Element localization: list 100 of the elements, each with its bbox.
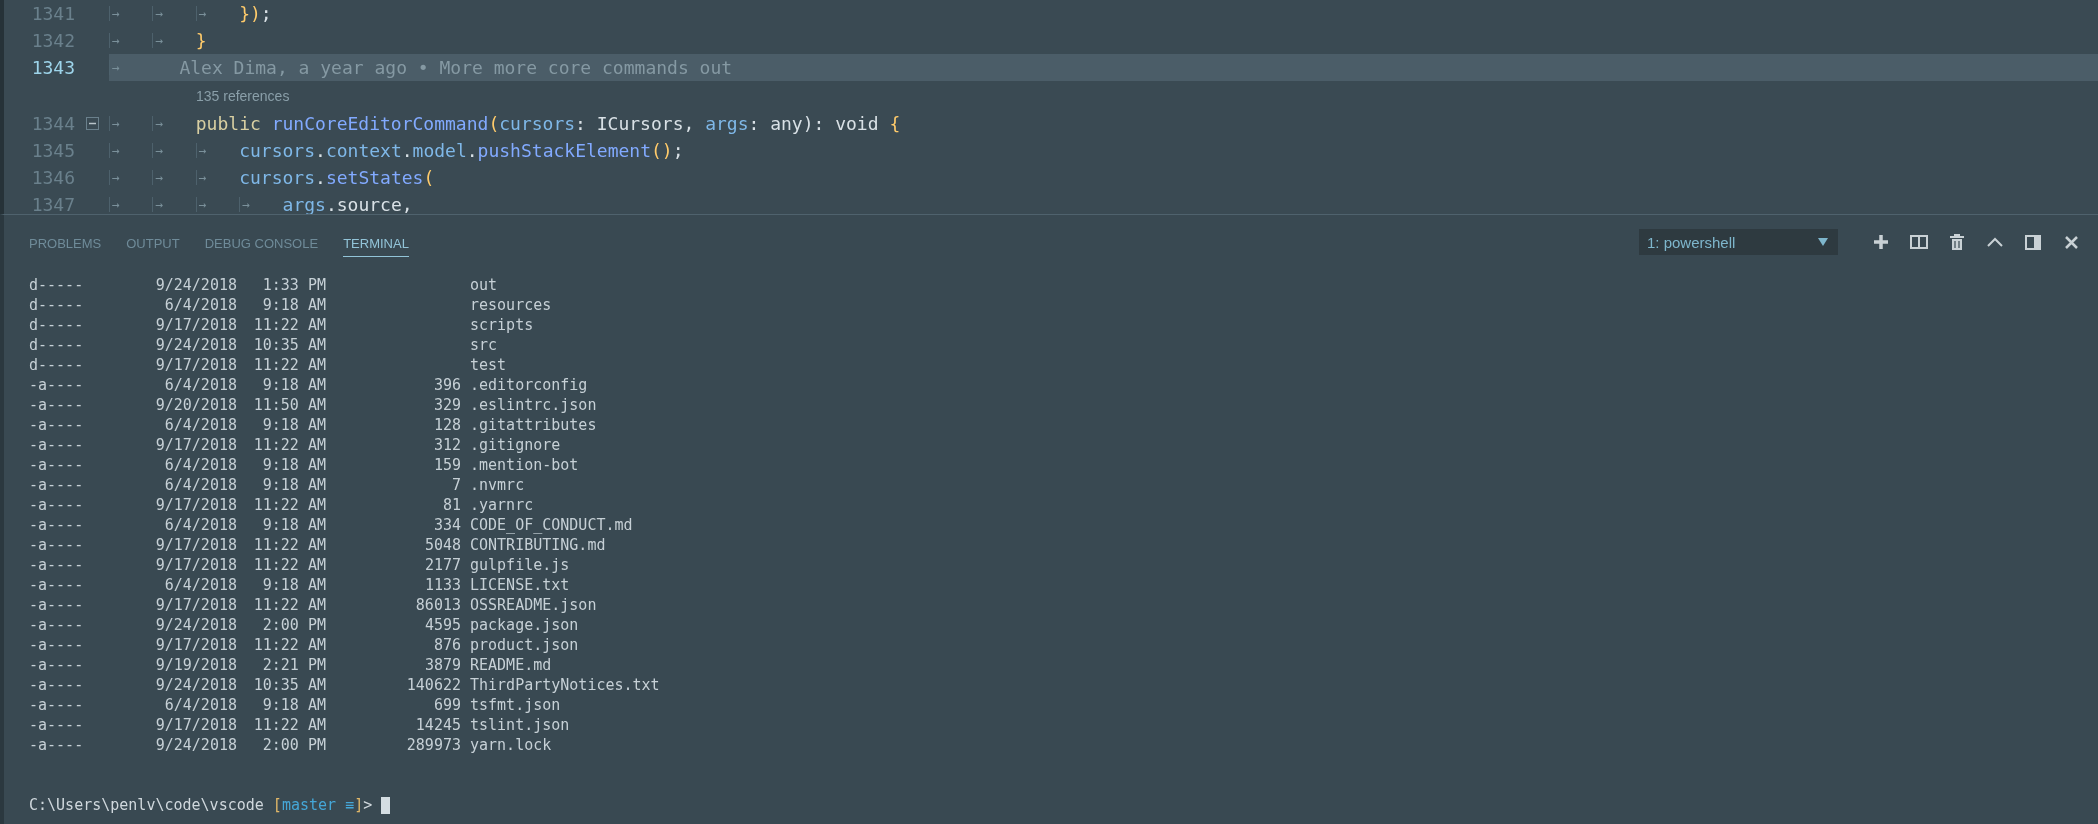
file-size: 1133	[424, 576, 461, 594]
file-time: 11:22 AM	[253, 496, 326, 514]
file-time: 10:35 AM	[253, 676, 326, 694]
file-time: 9:18 AM	[262, 476, 326, 494]
file-time: 1:33 PM	[262, 276, 326, 294]
file-mode: d-----	[29, 276, 84, 294]
prompt-text: [	[272, 796, 282, 814]
line-number: 1345	[30, 140, 75, 161]
file-mode: -a----	[29, 716, 84, 734]
panel-tab[interactable]: PROBLEMS	[29, 231, 102, 257]
file-name: README.md	[470, 656, 552, 674]
file-size: 140622	[406, 676, 461, 694]
file-date: 9/17/2018	[155, 636, 237, 654]
file-mode: d-----	[29, 336, 84, 354]
panel-position-button[interactable]	[2023, 232, 2043, 252]
file-size: 329	[433, 396, 461, 414]
line-number: 1341	[30, 3, 75, 24]
code-token: cursors	[239, 167, 316, 188]
file-name: CODE_OF_CONDUCT.md	[470, 516, 633, 534]
file-name: LICENSE.txt	[470, 576, 570, 594]
kill-terminal-button[interactable]	[1947, 232, 1967, 252]
file-date: 9/17/2018	[155, 496, 237, 514]
code-token: model	[412, 140, 467, 161]
panel-tab[interactable]: OUTPUT	[126, 231, 180, 257]
split-terminal-button[interactable]	[1909, 232, 1929, 252]
terminal-select[interactable]: 1: powershell	[1639, 229, 1838, 255]
blame-annotation: Alex Dima, a year ago • More more core commands out	[179, 57, 733, 78]
panel-layout-icon	[2025, 234, 2041, 250]
code-token: ;	[672, 140, 684, 161]
file-time: 11:22 AM	[253, 716, 326, 734]
file-mode: -a----	[29, 376, 84, 394]
file-time: 2:00 PM	[262, 616, 326, 634]
file-size: 699	[433, 696, 461, 714]
file-size: 4595	[424, 616, 461, 634]
code-token: setStates	[325, 167, 424, 188]
file-mode: -a----	[29, 656, 84, 674]
panel-tab[interactable]: DEBUG CONSOLE	[204, 231, 319, 257]
file-mode: -a----	[29, 616, 84, 634]
code-token: cursors	[239, 140, 316, 161]
file-time: 9:18 AM	[262, 456, 326, 474]
file-date: 9/24/2018	[155, 616, 237, 634]
file-time: 9:18 AM	[262, 576, 326, 594]
line-number: 1344	[30, 113, 75, 134]
file-time: 9:18 AM	[262, 376, 326, 394]
file-mode: -a----	[29, 516, 84, 534]
code-token: args	[705, 113, 749, 134]
file-name: OSSREADME.json	[470, 596, 597, 614]
file-mode: -a----	[29, 556, 84, 574]
file-mode: -a----	[29, 676, 84, 694]
file-date: 9/17/2018	[155, 316, 237, 334]
file-name: .gitignore	[470, 436, 561, 454]
panel-tab[interactable]: TERMINAL	[343, 231, 409, 257]
code-token: })	[239, 3, 261, 24]
code-token: }	[195, 30, 207, 51]
code-token: context	[325, 140, 402, 161]
file-name: test	[470, 356, 507, 374]
file-mode: -a----	[29, 536, 84, 554]
file-date: 9/17/2018	[155, 356, 237, 374]
file-date: 9/17/2018	[155, 436, 237, 454]
file-mode: -a----	[29, 696, 84, 714]
file-name: .mention-bot	[470, 456, 579, 474]
file-name: .nvmrc	[470, 476, 525, 494]
file-mode: d-----	[29, 356, 84, 374]
code-token: ()	[651, 140, 673, 161]
collapse-icon[interactable]	[85, 117, 99, 130]
file-date: 9/24/2018	[155, 676, 237, 694]
file-name: tsfmt.json	[470, 696, 561, 714]
file-date: 9/19/2018	[155, 656, 237, 674]
terminal-cursor	[381, 796, 391, 814]
file-mode: d-----	[29, 316, 84, 334]
new-terminal-button[interactable]	[1871, 232, 1891, 252]
file-time: 11:22 AM	[253, 356, 326, 374]
file-mode: -a----	[29, 456, 84, 474]
file-name: .eslintrc.json	[470, 396, 597, 414]
file-name: src	[470, 336, 498, 354]
line-number: 1347	[30, 194, 75, 214]
file-size: 289973	[406, 736, 461, 754]
code-token: .	[401, 140, 413, 161]
file-mode: -a----	[29, 596, 84, 614]
file-size: 876	[433, 636, 461, 654]
code-token: (	[423, 167, 435, 188]
file-mode: -a----	[29, 436, 84, 454]
file-date: 9/17/2018	[155, 596, 237, 614]
file-date: 6/4/2018	[164, 696, 237, 714]
file-size: 334	[433, 516, 461, 534]
file-time: 11:22 AM	[253, 436, 326, 454]
file-date: 6/4/2018	[164, 476, 237, 494]
file-time: 11:22 AM	[253, 556, 326, 574]
file-time: 9:18 AM	[262, 296, 326, 314]
file-name: product.json	[470, 636, 579, 654]
codelens-text[interactable]: 135 references	[196, 87, 290, 104]
file-name: .gitattributes	[470, 416, 597, 434]
code-token: public	[195, 113, 262, 134]
file-date: 6/4/2018	[164, 456, 237, 474]
code-token: pushStackElement	[477, 140, 651, 161]
file-mode: -a----	[29, 736, 84, 754]
file-size: 3879	[424, 656, 461, 674]
file-date: 6/4/2018	[164, 516, 237, 534]
line-number: 1342	[30, 30, 75, 51]
file-size: 5048	[424, 536, 461, 554]
